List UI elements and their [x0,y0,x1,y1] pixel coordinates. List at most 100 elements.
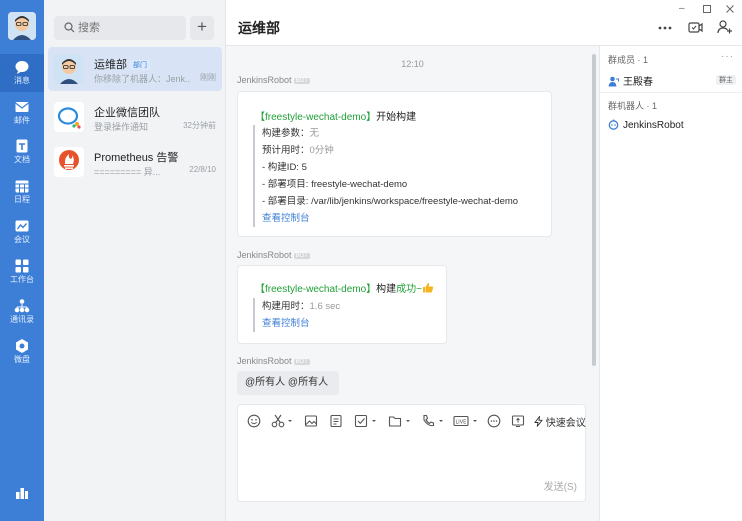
field-value: 0分钟 [309,145,334,156]
send-button[interactable]: 发送(S) [544,478,577,493]
video-call-icon[interactable] [688,21,703,34]
card-heading: 开始构建 [376,112,417,123]
conversation-preview: 登录操作通知 [94,122,149,132]
build-status: 成功~ [396,284,422,295]
robot-name: JenkinsRobot [623,120,684,131]
wecom-team-icon [54,102,84,132]
avatar[interactable] [8,12,36,40]
folder-icon[interactable] [388,414,412,428]
search-box[interactable] [54,16,186,40]
nav-label: 工作台 [10,275,34,284]
section-divider [600,92,742,93]
nav-meeting[interactable]: 会议 [0,213,44,251]
lightning-icon [534,414,543,427]
emoji-icon[interactable] [247,414,261,428]
nav-label: 文档 [14,155,30,164]
window-minimize-button[interactable]: – [679,3,685,14]
card-heading: 构建 [376,284,397,295]
nav-label: 通讯录 [10,315,34,324]
deploy-project-line: - 部署项目: freestyle-wechat-demo [262,179,408,190]
nav-docs[interactable]: 文档 [0,133,44,171]
deploy-dir-line: - 部署目录: /var/lib/jenkins/workspace/frees… [262,196,519,207]
phone-icon[interactable] [421,414,445,428]
meeting-icon [15,220,29,232]
screen-share-icon[interactable] [511,414,525,428]
card-body: 构建参数：无 预计用时：0分钟 - 构建ID: 5 - 部署项目: freest… [253,125,518,227]
note-icon[interactable] [329,414,343,428]
thumbs-up-icon [423,283,434,293]
member-item[interactable]: 王殿春 [608,73,653,88]
person-icon [608,76,619,87]
nav-rail: 消息 邮件 文档 日程 会议 工作台 通讯录 微盘 [0,0,44,521]
add-button[interactable]: + [190,16,214,40]
bot-badge: BOT [293,78,310,84]
conversation-item[interactable]: 运维部 部门 你移除了机器人：Jenk... 刚刚 [48,47,222,91]
conversation-title: 企业微信团队 [94,107,160,119]
bot-badge: BOT [293,359,310,365]
nav-workbench[interactable]: 工作台 [0,253,44,291]
add-member-icon[interactable] [717,20,733,34]
robot-item[interactable]: JenkinsRobot [608,119,684,131]
owner-badge: 群主 [716,75,736,85]
image-icon[interactable] [304,414,318,428]
org-chart-icon [14,299,30,313]
message-sender: JenkinsRobot BOT [237,75,310,85]
nav-label: 会议 [14,235,30,244]
message-card: 【freestyle-wechat-demo】开始构建 构建参数：无 预计用时：… [237,91,552,237]
conversation-preview: 你移除了机器人：Jenk... [94,74,190,84]
conversation-time: 刚刚 [200,73,216,82]
quick-meeting-button[interactable]: 快速会议 [534,414,586,429]
group-avatar [54,54,84,84]
mail-icon [15,102,29,112]
nav-calendar[interactable]: 日程 [0,173,44,211]
department-tag: 部门 [130,60,150,70]
conversation-preview: ========= 异... [94,167,161,177]
grid-icon [15,259,29,273]
more-icon[interactable] [487,414,501,428]
search-input[interactable] [78,16,182,40]
project-name: 【freestyle-wechat-demo】 [255,284,377,295]
nav-mail[interactable]: 邮件 [0,94,44,132]
build-id-line: - 构建ID: 5 [262,162,307,173]
member-name: 王殿春 [623,77,653,88]
search-icon [64,22,75,33]
more-options-icon[interactable] [658,26,672,30]
conversation-item[interactable]: Prometheus 告警 ========= 异... 22/8/10 [48,140,222,184]
mention-bubble: @所有人 @所有人 [237,371,339,395]
window-maximize-icon[interactable] [703,5,711,13]
scissors-icon[interactable] [271,414,293,428]
members-section-title: 群成员 · 1 [608,55,649,65]
view-console-link[interactable]: 查看控制台 [262,315,340,332]
conversation-title: Prometheus 告警 [94,152,179,164]
task-check-icon[interactable] [354,414,378,428]
message-time: 12:10 [401,59,424,69]
message-sender: JenkinsRobot BOT [237,250,310,260]
project-name: 【freestyle-wechat-demo】 [255,112,377,123]
field-label: 构建用时： [262,301,310,312]
chat-scrollbar[interactable] [592,54,596,366]
document-icon [16,139,28,153]
field-label: 构建参数： [262,128,310,139]
view-console-link[interactable]: 查看控制台 [262,210,518,227]
message-composer[interactable]: LIVE 快速会议 发送(S) [237,404,586,502]
nav-label: 日程 [14,195,30,204]
nav-label: 邮件 [14,116,30,125]
field-value: 无 [309,128,320,139]
calendar-icon [15,180,29,193]
live-icon[interactable]: LIVE [453,414,479,428]
apps-bar-icon[interactable] [15,486,29,500]
chat-title: 运维部 [238,20,280,36]
nav-drive[interactable]: 微盘 [0,333,44,371]
nav-contacts[interactable]: 通讯录 [0,293,44,331]
conversation-item[interactable]: 企业微信团队 登录操作通知 32分钟前 [48,95,222,139]
robots-section-title: 群机器人 · 1 [608,101,658,111]
bot-badge: BOT [293,253,310,259]
nav-messages[interactable]: 消息 [0,54,44,92]
message-card: 【freestyle-wechat-demo】构建成功~ 构建用时：1.6 se… [237,265,447,344]
conversation-list: + 运维部部门 你移除了机器人：Jenk... 刚刚 企业微信团队 登录操作通知… [44,0,226,521]
window-close-icon[interactable] [726,5,734,13]
nav-label: 微盘 [14,355,30,364]
members-more-button[interactable]: ··· [721,51,734,62]
prometheus-icon [54,147,84,177]
svg-text:LIVE: LIVE [456,420,467,426]
